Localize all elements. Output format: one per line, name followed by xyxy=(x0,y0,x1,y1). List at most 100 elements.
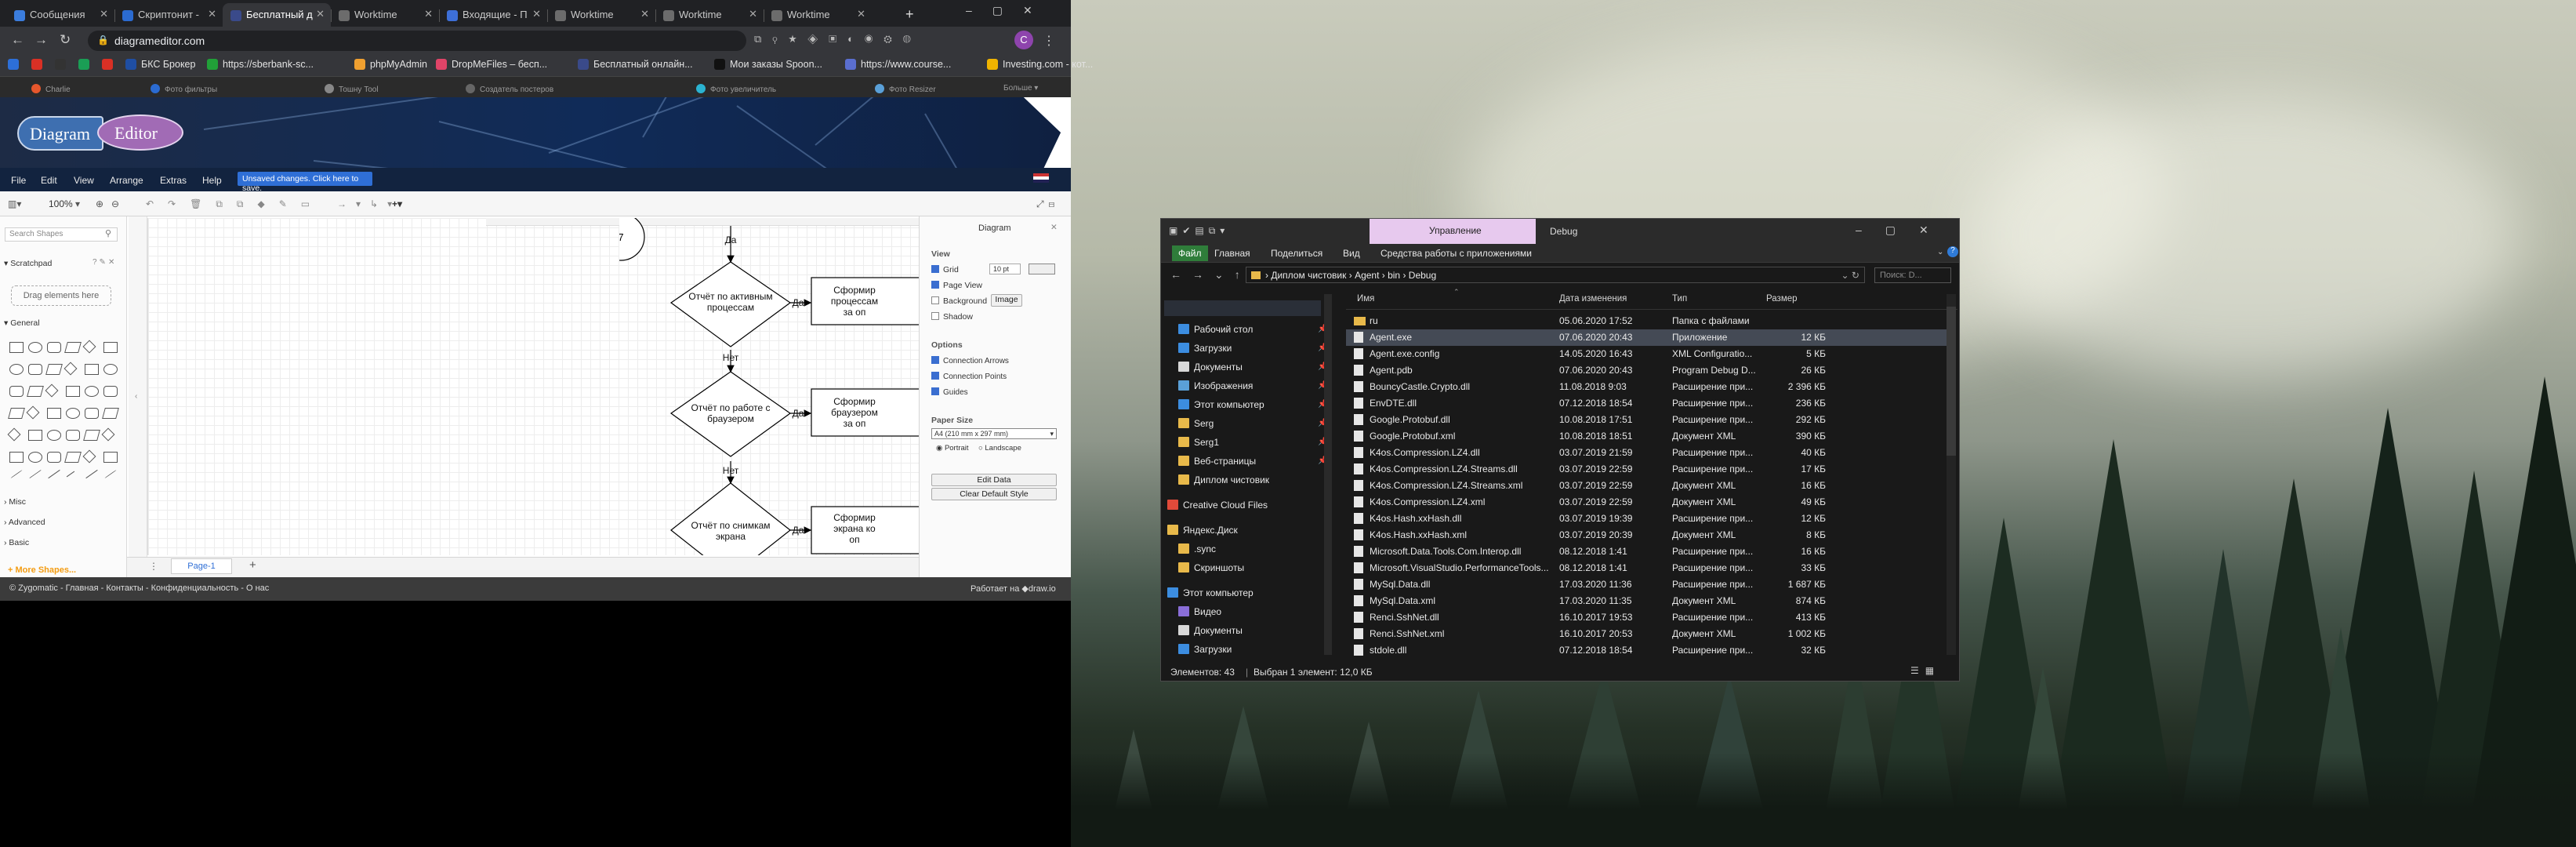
shape-tile[interactable] xyxy=(27,386,44,397)
nav-item[interactable]: Serg1 xyxy=(1178,437,1219,448)
general-header[interactable]: ▾ General xyxy=(4,318,40,328)
menu-help[interactable]: Help xyxy=(202,175,222,186)
file-scrollbar-thumb[interactable] xyxy=(1947,307,1956,456)
file-row[interactable]: EnvDTE.dll 07.12.2018 18:54 Расширение при… xyxy=(1346,395,1951,412)
shape-search-input[interactable]: Search Shapes xyxy=(5,227,118,242)
help-icon[interactable]: ? xyxy=(1947,246,1958,257)
nav-item[interactable]: Загрузки xyxy=(1178,343,1232,354)
file-row[interactable]: K4os.Compression.LZ4.Streams.dll 03.07.20… xyxy=(1346,461,1951,478)
file-row[interactable]: Microsoft.Data.Tools.Com.Interop.dll 08.1… xyxy=(1346,543,1951,560)
tab[interactable]: Worktime ✕ xyxy=(547,3,655,27)
bookmark-item[interactable]: Мои заказы Spoon... xyxy=(714,59,822,70)
close-tab-icon[interactable]: ✕ xyxy=(749,8,757,20)
nav-item[interactable]: Рабочий стол xyxy=(1178,324,1253,335)
scratchpad-drop-area[interactable]: Drag elements here xyxy=(11,285,111,306)
edit-tools-icons[interactable]: ↶↷🗑⧉⧉◆✎▭ xyxy=(146,198,324,210)
path-part[interactable]: Диплом чистовик xyxy=(1271,270,1346,281)
menu-edit[interactable]: Edit xyxy=(41,175,57,186)
window-controls[interactable]: –▢✕ xyxy=(1856,224,1952,237)
file-row[interactable]: Agent.exe.config 14.05.2020 16:43 XML Conf… xyxy=(1346,346,1951,362)
pages-menu-icon[interactable]: ⋮ xyxy=(149,561,158,572)
column-header[interactable]: Имя xyxy=(1357,294,1374,304)
shape-tile[interactable] xyxy=(47,408,61,419)
guides-checkbox[interactable]: Guides xyxy=(931,387,968,397)
shape-tile[interactable] xyxy=(47,342,61,353)
file-row[interactable]: K4os.Hash.xxHash.dll 03.07.2019 19:39 Расш… xyxy=(1346,511,1951,527)
flowchart[interactable]: 7 Да Отчёт по активным процессам Да Нет … xyxy=(619,218,919,555)
manage-tab[interactable]: Управление xyxy=(1370,219,1536,244)
page-view-checkbox[interactable]: Page View xyxy=(931,281,982,290)
landscape-radio[interactable]: ○ Landscape xyxy=(978,444,1021,453)
nav-item[interactable]: Диплом чистовик xyxy=(1178,474,1269,485)
shape-tile[interactable] xyxy=(28,364,42,375)
footer-powered-by[interactable]: Работает на ◆draw.io xyxy=(971,583,1056,594)
add-page-icon[interactable]: + xyxy=(249,558,256,572)
ribbon-expand-icon[interactable]: ⌄ xyxy=(1937,248,1943,256)
nav-item[interactable]: Serg xyxy=(1178,418,1214,429)
close-tab-icon[interactable]: ✕ xyxy=(100,8,108,20)
shape-tile[interactable] xyxy=(64,452,82,463)
shape-tile[interactable] xyxy=(103,364,118,375)
panel-toggle-icon[interactable]: ▥▾ xyxy=(8,198,21,209)
topbar-link[interactable]: Больше ▾ xyxy=(1003,84,1038,93)
tab[interactable]: Скриптонит - ✕ xyxy=(114,3,223,27)
basic-header[interactable]: › Basic xyxy=(4,538,29,547)
column-header[interactable]: Тип xyxy=(1672,294,1687,304)
tab[interactable]: Worktime ✕ xyxy=(655,3,764,27)
close-tab-icon[interactable]: ✕ xyxy=(208,8,216,20)
search-icon[interactable]: ⚲ xyxy=(105,228,111,238)
advanced-header[interactable]: › Advanced xyxy=(4,518,45,527)
topbar-link[interactable]: Фото фильтры xyxy=(151,84,217,94)
path-part[interactable]: Agent xyxy=(1355,270,1379,281)
bookmark-item[interactable]: https://sberbank-sc... xyxy=(207,59,314,70)
menu-file[interactable]: File xyxy=(11,175,26,186)
ribbon-tab[interactable]: Вид xyxy=(1343,248,1360,259)
shape-tile[interactable] xyxy=(103,342,118,353)
ribbon-tab[interactable]: Средства работы с приложениями xyxy=(1381,248,1532,259)
path-part[interactable]: bin xyxy=(1388,270,1400,281)
close-tab-icon[interactable]: ✕ xyxy=(424,8,433,20)
tab[interactable]: Входящие - П ✕ xyxy=(439,3,547,27)
file-row[interactable]: stdole.dll 07.12.2018 18:54 Расширение при… xyxy=(1346,642,1951,659)
nav-item[interactable]: Этот компьютер xyxy=(1167,587,1254,598)
tab[interactable]: Бесплатный д ✕ xyxy=(223,3,331,27)
window-controls[interactable]: –▢✕ xyxy=(966,4,1053,17)
new-tab-button[interactable]: + xyxy=(905,6,914,23)
footer-links[interactable]: © Zygomatic - Главная - Контакты - Конфи… xyxy=(9,583,269,593)
grid-checkbox[interactable]: Grid xyxy=(931,265,959,274)
menu-arrange[interactable]: Arrange xyxy=(110,175,143,186)
address-refresh-icon[interactable]: ⌄ ↻ xyxy=(1841,270,1859,281)
shape-tile[interactable] xyxy=(103,386,118,397)
file-row[interactable]: MySql.Data.dll 17.03.2020 11:36 Расширение… xyxy=(1346,576,1951,593)
file-row[interactable]: K4os.Compression.LZ4.Streams.xml 03.07.20… xyxy=(1346,478,1951,494)
topbar-link[interactable]: Charlie xyxy=(31,84,71,94)
close-tab-icon[interactable]: ✕ xyxy=(532,8,541,20)
nav-item[interactable]: Creative Cloud Files xyxy=(1167,500,1268,511)
explorer-address-bar[interactable]: › Диплом чистовик › Agent › bin › Debug … xyxy=(1246,267,1865,283)
shape-tile[interactable] xyxy=(66,386,80,397)
shape-tile[interactable] xyxy=(83,430,100,441)
nav-arrows-icons[interactable]: ←→⌄↑ xyxy=(1170,268,1251,282)
more-shapes-button[interactable]: + More Shapes... xyxy=(8,565,76,575)
explorer-search-input[interactable]: Поиск: D... xyxy=(1874,267,1951,283)
bookmark-item[interactable]: https://www.course... xyxy=(845,59,951,70)
shape-tile[interactable] xyxy=(8,408,25,419)
collapse-arrow-icon[interactable]: ‹ xyxy=(135,392,137,401)
bookmark-item[interactable]: БКС Брокер xyxy=(125,59,195,70)
fullscreen-icon[interactable]: ⤢⊟ xyxy=(1036,198,1059,210)
topbar-link[interactable]: Фото увеличитель xyxy=(696,84,776,94)
file-row[interactable]: Renci.SshNet.xml 16.10.2017 20:53 Документ… xyxy=(1346,626,1951,642)
shadow-checkbox[interactable]: Shadow xyxy=(931,312,973,322)
connection-points-checkbox[interactable]: Connection Points xyxy=(931,372,1007,381)
misc-header[interactable]: › Misc xyxy=(4,497,26,507)
nav-item[interactable]: Загрузки xyxy=(1178,644,1232,655)
background-checkbox[interactable]: Background xyxy=(931,296,987,306)
nav-item[interactable]: Документы xyxy=(1178,362,1243,373)
file-row[interactable]: MySql.Data.xml 17.03.2020 11:35 Документ X… xyxy=(1346,593,1951,609)
nav-item[interactable]: Скриншоты xyxy=(1178,562,1244,573)
forward-icon[interactable]: → xyxy=(34,32,48,48)
file-row[interactable]: Renci.SshNet.dll 16.10.2017 19:53 Расширен… xyxy=(1346,609,1951,626)
topbar-link[interactable]: Создатель постеров xyxy=(466,84,553,94)
image-button[interactable]: Image xyxy=(991,294,1022,307)
zoom-level[interactable]: 100% xyxy=(49,198,73,209)
